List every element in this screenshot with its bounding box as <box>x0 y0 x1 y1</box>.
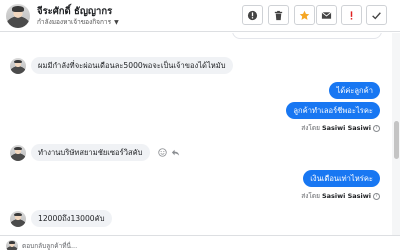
sender-name: Sasiwi Sasiwi <box>321 124 371 132</box>
chevron-down-icon: ▼ <box>114 18 119 26</box>
conversation-header: จีระศักดิ์ ธัญญากร กำลังมองหาเจ้าของกิจก… <box>0 0 400 32</box>
mail-button[interactable] <box>316 5 337 25</box>
incoming-message[interactable]: ทำงานบริษัทสยามชัยเซอร์วิสคับ <box>31 144 150 161</box>
reply-input[interactable]: ตอบกลับลูกค้าที่นี่... <box>22 241 77 250</box>
customer-avatar <box>10 58 26 74</box>
incoming-message[interactable]: ผมมีกำลังที่จะผ่อนเดือนละ5000พอจะเป็นเจ้… <box>31 57 233 74</box>
previous-message-edge <box>232 33 382 39</box>
agent-avatar <box>6 240 18 250</box>
contact-status-label: กำลังมองหาเจ้าของกิจการ <box>37 18 112 26</box>
incoming-message[interactable]: 12000ถึง13000คับ <box>31 210 112 227</box>
trash-icon <box>274 10 283 20</box>
reply-composer[interactable]: ตอบกลับลูกค้าที่นี่... <box>0 235 400 250</box>
message-thread[interactable]: ผมมีกำลังที่จะผ่อนเดือนละ5000พอจะเป็นเจ้… <box>0 33 392 235</box>
message-actions <box>158 148 180 157</box>
contact-status-dropdown[interactable]: กำลังมองหาเจ้าของกิจการ ▼ <box>37 17 119 27</box>
mail-icon <box>321 11 332 19</box>
alert-circle-icon <box>247 10 258 20</box>
contact-avatar[interactable] <box>6 4 30 28</box>
star-button[interactable] <box>294 5 315 25</box>
check-icon <box>372 11 381 19</box>
info-icon[interactable]: ? <box>373 124 380 132</box>
sent-by-label: ส่งโดย Sasiwi Sasiwi ? <box>301 123 380 133</box>
sent-by-label: ส่งโดย Sasiwi Sasiwi ? <box>301 191 380 201</box>
info-icon[interactable]: ? <box>373 192 380 200</box>
scrollbar-thumb[interactable] <box>394 121 399 159</box>
emoji-reaction-icon[interactable] <box>158 148 167 157</box>
alert-button[interactable] <box>242 5 263 25</box>
star-icon <box>299 10 310 20</box>
sender-name: Sasiwi Sasiwi <box>321 192 371 200</box>
outgoing-message[interactable]: ได้ค่ะลูกค้า <box>329 82 380 99</box>
reply-icon[interactable] <box>171 148 180 157</box>
customer-avatar <box>10 211 26 227</box>
sent-by-prefix: ส่งโดย <box>301 192 320 200</box>
customer-avatar <box>10 145 26 161</box>
outgoing-message[interactable]: ลูกค้าทำเลอร์ชีพอะไรคะ <box>286 102 380 119</box>
thread-scrollbar[interactable] <box>392 33 400 235</box>
mark-done-button[interactable] <box>366 5 387 25</box>
sent-by-prefix: ส่งโดย <box>301 124 320 132</box>
outgoing-message[interactable]: เงินเดือนเท่าไหร่คะ <box>303 170 380 187</box>
exclamation-icon <box>350 10 353 20</box>
delete-button[interactable] <box>268 5 289 25</box>
mark-important-button[interactable] <box>341 5 362 25</box>
